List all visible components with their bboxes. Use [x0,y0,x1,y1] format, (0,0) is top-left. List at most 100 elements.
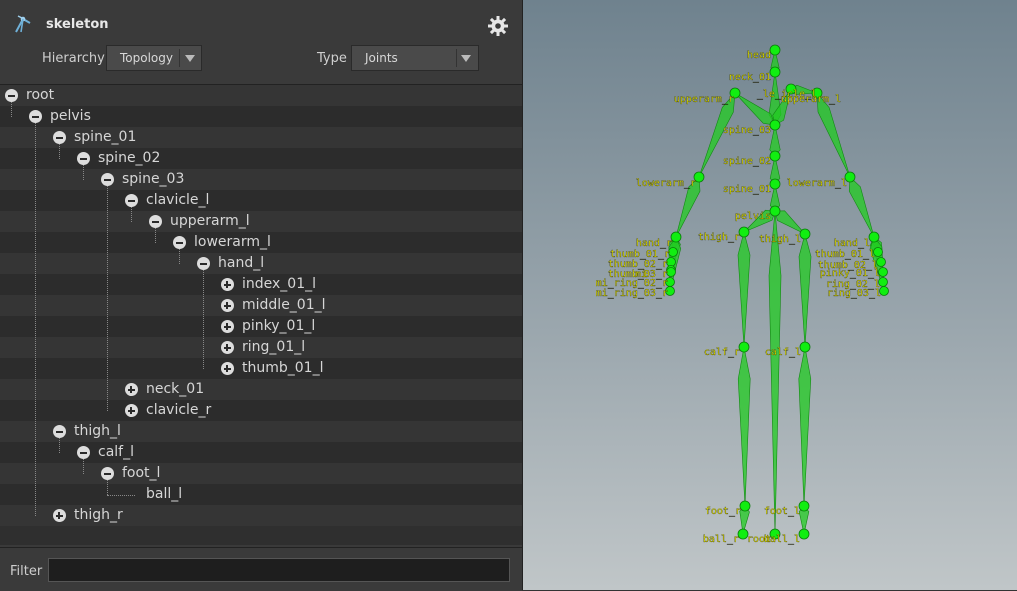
joint-label: ring_03_l [827,288,881,299]
joint-hr[interactable] [670,231,682,243]
tree-connector [35,123,36,516]
joint-label: hand_r [636,238,672,249]
bone-pelvis-root[interactable] [768,210,782,535]
tree-row[interactable] [0,211,522,232]
tree-row[interactable] [0,400,522,421]
tree-row[interactable] [0,85,522,106]
tree-node-label[interactable]: spine_01 [74,129,136,145]
tree-node-label[interactable]: lowerarm_l [194,234,271,250]
joint-cl[interactable] [799,341,811,353]
bone-cr-fr[interactable] [737,346,751,507]
joint-tr[interactable] [738,226,750,238]
joint-hl[interactable] [868,231,880,243]
tree-connector [59,144,60,159]
tree-node-label[interactable]: upperarm_l [170,213,250,229]
skeleton-view: headneck_01upperarm_r _le_icle_lupperarm_… [596,44,889,545]
expand-icon[interactable] [220,299,234,312]
tree-node-label[interactable]: ball_l [146,486,182,502]
type-dropdown[interactable]: Joints [351,45,479,71]
3d-viewport[interactable]: head neck_01 upperarm_r _le_icle_l upperarm_… [523,0,1017,590]
collapse-icon[interactable] [28,110,42,123]
joint-fl[interactable] [798,500,810,512]
tree-node-label[interactable]: pinky_01_l [242,318,315,334]
collapse-icon[interactable] [4,89,18,102]
type-value: Joints [365,51,398,65]
joint-label: neck_01 [729,72,771,83]
tree-node-label[interactable]: root [26,87,54,103]
collapse-icon[interactable] [52,425,66,438]
chevron-down-icon [461,55,471,62]
tree-connector [11,102,12,117]
tree-connector [59,438,60,453]
joint-label: thigh_l [759,234,801,245]
collapse-icon[interactable] [100,467,114,480]
expand-icon[interactable] [220,278,234,291]
joint-label: ball_l [764,534,800,545]
bone-tl-cl[interactable] [798,232,812,348]
panel-title: skeleton [46,17,109,32]
joint-head[interactable] [769,44,781,56]
tree-node-label[interactable]: ring_01_l [242,339,305,355]
joint-tl[interactable] [799,228,811,240]
expand-icon[interactable] [52,509,66,522]
tree-node-label[interactable]: index_01_l [242,276,316,292]
joint-s3[interactable] [769,119,781,131]
chevron-down-icon [185,55,195,62]
joint-pelvis[interactable] [769,205,781,217]
tree-row[interactable] [0,463,522,484]
joint-s1[interactable] [769,178,781,190]
bone-cl-fl[interactable] [798,346,812,507]
joint-label: ball_r [703,534,739,545]
joint-tree: root pelvis spine_01 spine_02 spine_03clavic… [0,85,522,545]
joint-label: spine_03 [723,125,771,136]
joint-label: spine_02 [723,156,771,167]
tree-node-label[interactable]: thigh_l [74,423,121,439]
tree-node-label[interactable]: pelvis [50,108,91,124]
hierarchy-dropdown[interactable]: Topology [106,45,202,71]
expand-icon[interactable] [220,362,234,375]
joint-label: upperarm_r [674,94,734,105]
collapse-icon[interactable] [100,173,114,186]
tree-connector [107,480,108,495]
tree-row[interactable] [0,169,522,190]
tree-node-label[interactable]: thigh_r [74,507,123,523]
tree-row[interactable] [0,484,522,505]
tree-node-label[interactable]: clavicle_r [146,402,211,418]
tree-connector [107,186,108,411]
joint-cr[interactable] [738,341,750,353]
bone-pelvis-tl[interactable] [774,210,806,235]
joint-fr[interactable] [739,500,751,512]
expand-icon[interactable] [124,404,138,417]
tree-node-label[interactable]: neck_01 [146,381,204,397]
collapse-icon[interactable] [196,257,210,270]
collapse-icon[interactable] [172,236,186,249]
bone-ual-lal[interactable] [816,92,851,178]
joint-label: spine_01 [723,184,771,195]
tree-node-label[interactable]: spine_02 [98,150,160,166]
expand-icon[interactable] [124,383,138,396]
joint-neck[interactable] [769,66,781,78]
bone-lal-hl[interactable] [848,176,875,238]
tree-node-label[interactable]: clavicle_l [146,192,209,208]
expand-icon[interactable] [220,320,234,333]
expand-icon[interactable] [220,341,234,354]
filter-input[interactable] [48,558,510,582]
tree-node-label[interactable]: calf_l [98,444,134,460]
joint-label: hand_l [834,238,870,249]
gear-icon[interactable] [486,14,510,38]
collapse-icon[interactable] [76,152,90,165]
joint-bl[interactable] [798,528,810,540]
collapse-icon[interactable] [148,215,162,228]
tree-node-label[interactable]: hand_l [218,255,264,271]
tree-node-label[interactable]: foot_l [122,465,160,481]
joint-s2[interactable] [769,150,781,162]
bone-tr-cr[interactable] [737,230,751,348]
collapse-icon[interactable] [52,131,66,144]
tree-node-label[interactable]: thumb_01_l [242,360,323,376]
tree-row[interactable] [0,190,522,211]
tree-row[interactable] [0,379,522,400]
collapse-icon[interactable] [124,194,138,207]
collapse-icon[interactable] [76,446,90,459]
tree-node-label[interactable]: middle_01_l [242,297,326,313]
tree-node-label[interactable]: spine_03 [122,171,184,187]
